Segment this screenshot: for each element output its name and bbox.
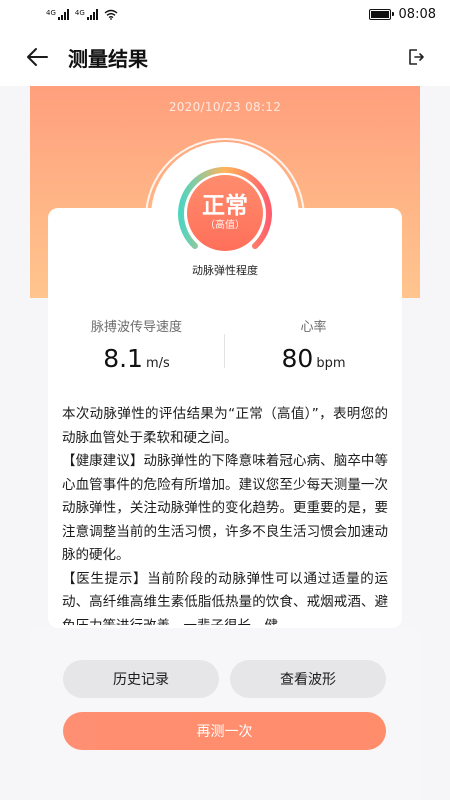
report-health-advice: 【健康建议】动脉弹性的下降意味着冠心病、脑卒中等心血管事件的危险有所增加。建议您… <box>62 453 388 563</box>
metric-value-line: 8.1 m/s <box>48 344 225 373</box>
report-doctor-tip: 【医生提示】当前阶段的动脉弹性可以通过适量的运动、高纤维高维生素低脂低热量的饮食… <box>62 570 388 626</box>
bottom-actions: 历史记录 查看波形 再测一次 <box>30 628 420 800</box>
measurement-timestamp: 2020/10/23 08:12 <box>168 100 282 114</box>
gauge-caption: 动脉弹性程度 <box>192 264 258 277</box>
metric-unit: m/s <box>145 356 170 371</box>
report-summary: 本次动脉弹性的评估结果为“正常（高值）”，表明您的动脉血管处于柔软和硬之间。 <box>62 406 388 446</box>
view-waveform-button[interactable]: 查看波形 <box>230 660 386 698</box>
metric-heart-rate: 心率 80 bpm <box>225 316 402 373</box>
app-header: 测量结果 <box>0 28 450 86</box>
metric-label: 心率 <box>300 320 327 335</box>
metric-value-line: 80 bpm <box>225 344 402 373</box>
network-type-label: 4G <box>46 8 56 17</box>
measure-again-button[interactable]: 再测一次 <box>63 712 386 750</box>
signal-strength-icon: 4G <box>46 8 69 20</box>
status-bar: 4G 4G 08:08 <box>0 0 450 28</box>
status-right: 08:08 <box>368 6 436 22</box>
battery-icon <box>368 8 394 20</box>
history-button[interactable]: 历史记录 <box>63 660 219 698</box>
status-left: 4G 4G <box>46 8 118 20</box>
network-type-label-2: 4G <box>74 8 85 17</box>
exit-icon[interactable] <box>406 47 426 67</box>
metrics-row: 脉搏波传导速度 8.1 m/s 心率 80 bpm <box>48 316 402 376</box>
metric-value: 8.1 <box>103 344 143 373</box>
metric-value: 80 <box>281 344 314 373</box>
screen: 4G 4G 08:08 测量结果 2020/10/23 08:12 正常 （高值… <box>0 0 450 800</box>
back-arrow-icon[interactable] <box>24 44 50 70</box>
gauge-status-badge: 正常 （高值） <box>187 175 263 251</box>
metric-unit: bpm <box>316 356 346 371</box>
gauge-status-text: 正常 <box>202 193 248 219</box>
wifi-icon <box>104 9 118 20</box>
metric-pwv: 脉搏波传导速度 8.1 m/s <box>48 316 225 373</box>
status-time: 08:08 <box>398 6 436 22</box>
elasticity-gauge: 正常 （高值） <box>170 158 280 268</box>
gauge-status-detail: （高值） <box>205 220 245 231</box>
metric-label: 脉搏波传导速度 <box>90 320 182 335</box>
signal-strength-icon-2: 4G <box>74 8 98 20</box>
assessment-report[interactable]: 本次动脉弹性的评估结果为“正常（高值）”，表明您的动脉血管处于柔软和硬之间。 【… <box>62 403 388 625</box>
page-title: 测量结果 <box>68 46 148 71</box>
